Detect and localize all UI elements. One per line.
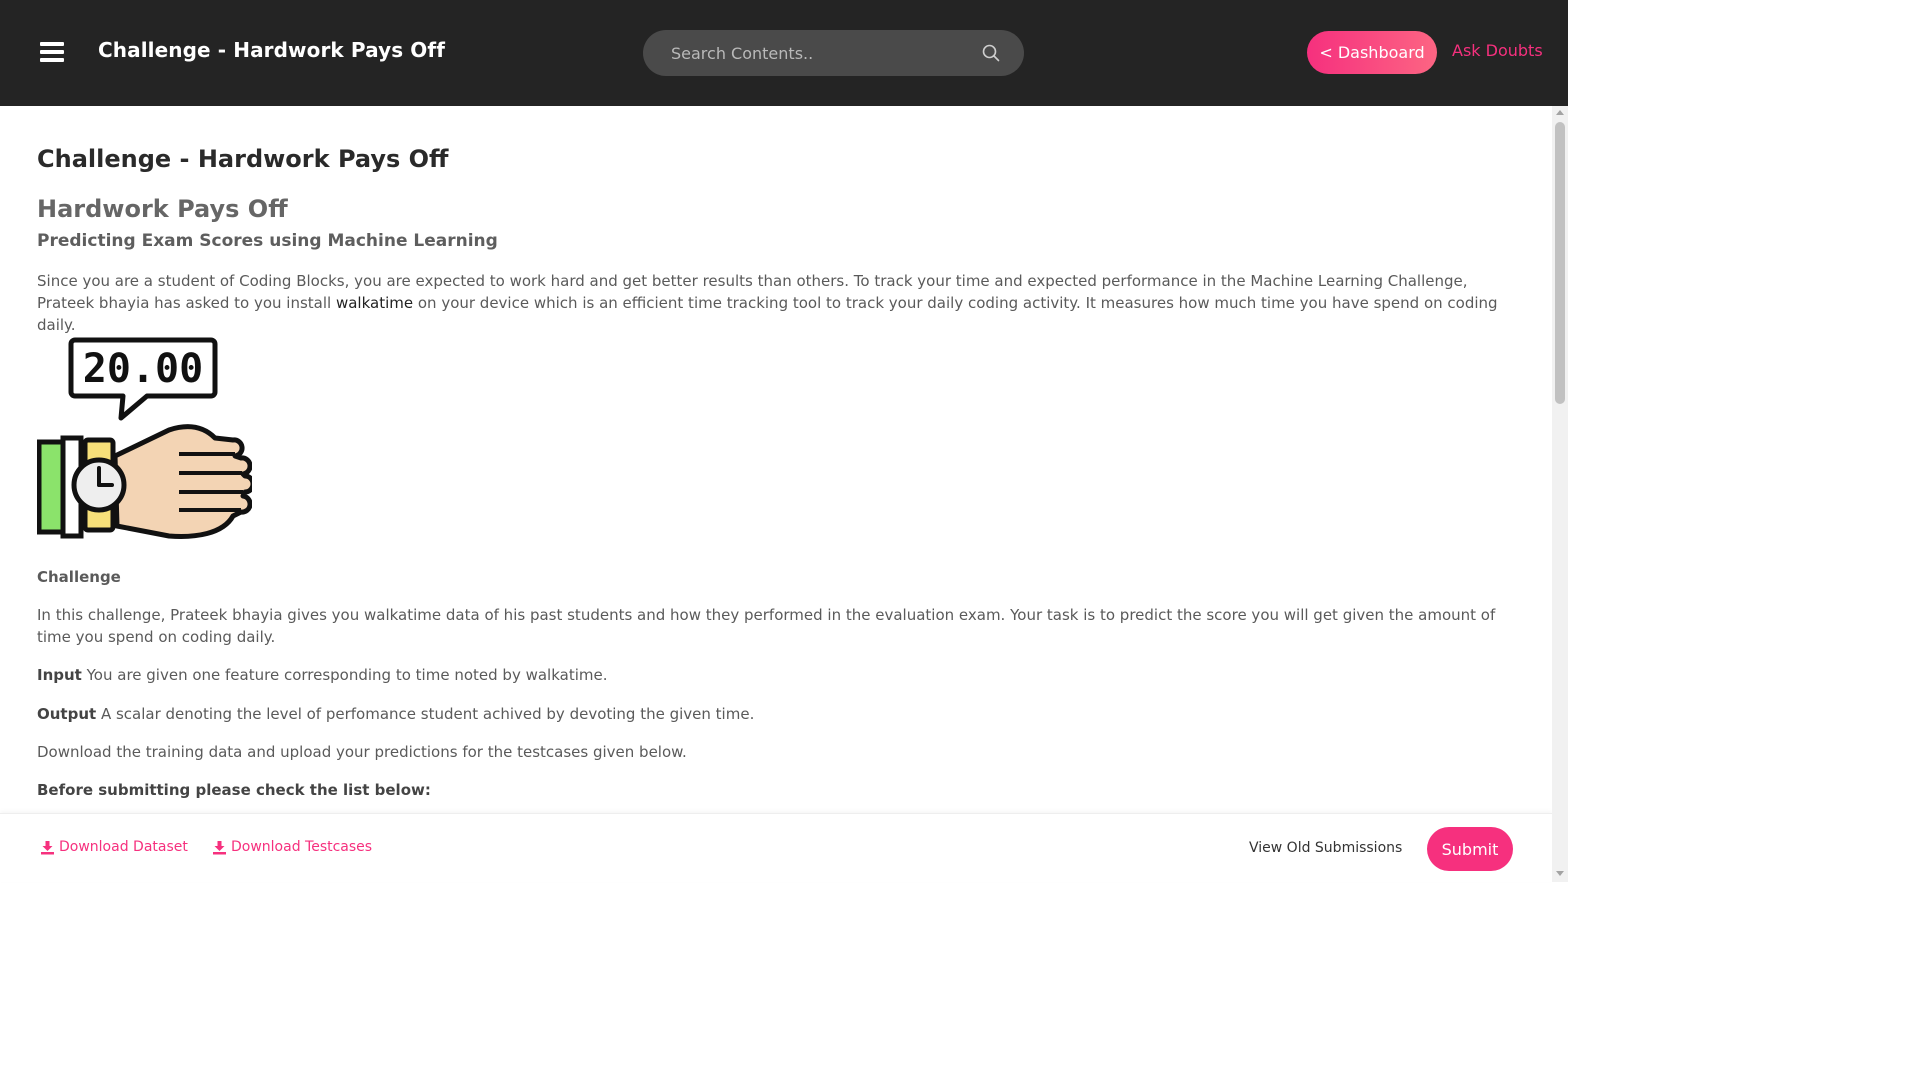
header-title: Challenge - Hardwork Pays Off bbox=[98, 38, 446, 62]
hamburger-menu-icon[interactable] bbox=[40, 42, 64, 62]
download-testcases-link[interactable]: Download Testcases bbox=[212, 839, 372, 855]
main-content: Challenge - Hardwork Pays Off Hardwork P… bbox=[37, 106, 1517, 813]
output-text: A scalar denoting the level of perfomanc… bbox=[96, 705, 755, 723]
download-instructions: Download the training data and upload yo… bbox=[37, 743, 687, 761]
download-testcases-label: Download Testcases bbox=[231, 839, 373, 855]
download-dataset-link[interactable]: Download Dataset bbox=[40, 839, 188, 855]
search-icon[interactable] bbox=[982, 44, 1000, 62]
dashboard-button[interactable]: < Dashboard bbox=[1307, 31, 1437, 74]
top-navbar: Challenge - Hardwork Pays Off < Dashboar… bbox=[0, 0, 1568, 106]
download-icon bbox=[41, 840, 54, 854]
checklist-heading: Before submitting please check the list … bbox=[37, 781, 431, 799]
download-dataset-label: Download Dataset bbox=[59, 839, 188, 855]
search-input[interactable] bbox=[671, 42, 971, 64]
page-scrollbar[interactable] bbox=[1552, 106, 1568, 882]
output-label: Output bbox=[37, 705, 97, 723]
output-description: Output A scalar denoting the level of pe… bbox=[37, 703, 1507, 725]
walkatime-link[interactable]: walkatime bbox=[336, 294, 413, 312]
page-title: Challenge - Hardwork Pays Off bbox=[37, 145, 449, 173]
submit-button[interactable]: Submit bbox=[1427, 827, 1513, 871]
bottom-action-bar: Download Dataset Download Testcases View… bbox=[0, 813, 1552, 882]
challenge-section-heading: Challenge bbox=[37, 568, 121, 586]
scroll-down-arrow-icon[interactable] bbox=[1556, 871, 1564, 876]
challenge-description: In this challenge, Prateek bhayia gives … bbox=[37, 606, 1496, 646]
search-box[interactable] bbox=[643, 30, 1024, 76]
watch-hand-illustration: 20.00 bbox=[37, 337, 252, 539]
scroll-up-arrow-icon[interactable] bbox=[1556, 110, 1564, 115]
challenge-heading: Hardwork Pays Off bbox=[37, 195, 288, 223]
download-icon bbox=[213, 840, 226, 854]
scrollbar-thumb[interactable] bbox=[1555, 122, 1565, 404]
illustration-time-text: 20.00 bbox=[83, 346, 203, 392]
intro-paragraph: Since you are a student of Coding Blocks… bbox=[37, 270, 1507, 336]
view-old-submissions-link[interactable]: View Old Submissions bbox=[1249, 840, 1402, 856]
input-description: Input You are given one feature correspo… bbox=[37, 664, 1507, 686]
ask-doubts-link[interactable]: Ask Doubts bbox=[1452, 41, 1543, 60]
input-text: You are given one feature corresponding … bbox=[81, 666, 608, 684]
input-label: Input bbox=[37, 666, 82, 684]
challenge-subheading: Predicting Exam Scores using Machine Lea… bbox=[37, 231, 498, 251]
